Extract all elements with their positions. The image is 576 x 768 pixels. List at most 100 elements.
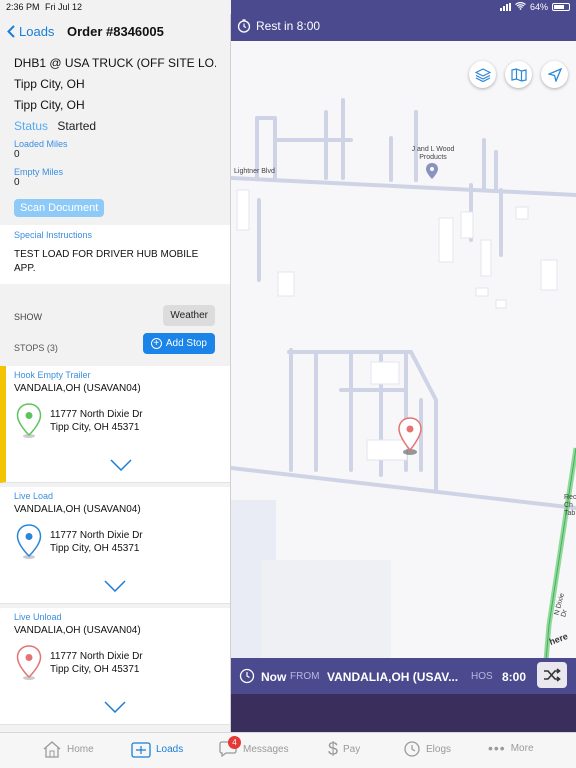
route-shuffle-button[interactable] bbox=[537, 662, 567, 688]
chevron-down-icon[interactable] bbox=[110, 459, 132, 471]
chevron-left-icon bbox=[7, 25, 15, 38]
add-stop-button[interactable]: + Add Stop bbox=[142, 333, 215, 354]
chevron-down-icon[interactable] bbox=[104, 580, 126, 592]
clock-icon bbox=[239, 668, 255, 684]
poi-label-right: Rec Ch Tab bbox=[564, 494, 576, 517]
back-button[interactable]: Loads bbox=[7, 24, 54, 39]
tab-bar: Home Loads Messages 4 $ Pay Elogs ••• Mo… bbox=[0, 732, 576, 768]
instructions-text: TEST LOAD FOR DRIVER HUB MOBILE APP. bbox=[14, 249, 199, 274]
stop-card-1[interactable]: Hook Empty Trailer VANDALIA,OH (USAVAN04… bbox=[0, 366, 230, 483]
home-icon bbox=[43, 741, 61, 758]
origin-city: Tipp City, OH bbox=[14, 77, 85, 91]
empty-miles-value: 0 bbox=[14, 177, 20, 188]
trip-from: FROM bbox=[290, 671, 320, 682]
stop-location: VANDALIA,OH (USAVAN04) bbox=[14, 625, 141, 636]
trip-row[interactable]: Now FROM VANDALIA,OH (USAV... HOS 8:00 bbox=[231, 658, 576, 694]
map-view[interactable]: J and L Wood Products Lightner Blvd N Di… bbox=[231, 0, 576, 732]
address-line-2: Tipp City, OH 45371 bbox=[50, 664, 140, 675]
loaded-miles-label: Loaded Miles bbox=[14, 139, 68, 149]
tab-label: Home bbox=[67, 743, 94, 755]
map-controls bbox=[469, 61, 568, 88]
stop-location: VANDALIA,OH (USAVAN04) bbox=[14, 383, 141, 394]
tab-loads[interactable]: Loads bbox=[131, 740, 183, 758]
status-bar: 2:36 PM Fri Jul 12 64% bbox=[0, 0, 576, 14]
status-date: Fri Jul 12 bbox=[45, 2, 83, 12]
road-label-lightner: Lightner Blvd bbox=[234, 168, 275, 175]
wifi-icon bbox=[515, 1, 526, 12]
layers-button[interactable] bbox=[469, 61, 496, 88]
signal-icon bbox=[499, 3, 511, 11]
instructions-label: Special Instructions bbox=[14, 230, 93, 240]
show-row: SHOW Weather bbox=[0, 302, 230, 332]
hos-label: HOS bbox=[471, 671, 493, 682]
timer-icon bbox=[237, 19, 251, 33]
loaded-miles-value: 0 bbox=[14, 149, 20, 160]
nav-bar: Loads Order #8346005 bbox=[0, 14, 230, 50]
tab-home[interactable]: Home bbox=[42, 740, 94, 758]
battery-percent: 64% bbox=[529, 2, 548, 12]
stop-type: Live Load bbox=[14, 491, 54, 501]
add-stop-label: Add Stop bbox=[165, 338, 207, 349]
map-pin-icon bbox=[16, 645, 42, 680]
map-pin-icon bbox=[16, 403, 42, 438]
stop-card-2[interactable]: Live Load VANDALIA,OH (USAVAN04) 11777 N… bbox=[0, 487, 230, 604]
tab-label: Messages bbox=[243, 743, 289, 755]
address-line-2: Tipp City, OH 45371 bbox=[50, 422, 140, 433]
stops-label: STOPS (3) bbox=[14, 343, 58, 353]
status-row: Status Started bbox=[14, 119, 216, 133]
tab-label: Pay bbox=[343, 743, 361, 755]
address-line-1: 11777 North Dixie Dr bbox=[50, 651, 143, 662]
trip-destination: VANDALIA,OH (USAV... bbox=[327, 670, 459, 684]
order-detail-panel: Loads Order #8346005 DHB1 @ USA TRUCK (O… bbox=[0, 14, 231, 732]
battery-icon bbox=[552, 3, 570, 11]
rest-label: Rest in 8:00 bbox=[256, 19, 321, 33]
stop-address: 11777 North Dixie Dr Tipp City, OH 45371 bbox=[50, 408, 143, 434]
stop-type: Live Unload bbox=[14, 612, 62, 622]
tab-label: More bbox=[510, 742, 534, 754]
navigation-icon bbox=[547, 67, 562, 82]
page-title: Order #8346005 bbox=[67, 24, 164, 39]
show-label: SHOW bbox=[14, 312, 42, 322]
tab-label: Elogs bbox=[426, 743, 452, 755]
stops-header: STOPS (3) + Add Stop bbox=[0, 332, 230, 362]
address-line-1: 11777 North Dixie Dr bbox=[50, 530, 143, 541]
tab-elogs[interactable]: Elogs bbox=[403, 740, 451, 758]
loads-icon bbox=[131, 742, 151, 758]
back-label: Loads bbox=[19, 24, 55, 39]
tab-pay[interactable]: $ Pay bbox=[328, 740, 360, 758]
status-right: 64% bbox=[499, 1, 570, 12]
weather-button[interactable]: Weather bbox=[163, 305, 215, 326]
stop-address: 11777 North Dixie Dr Tipp City, OH 45371 bbox=[50, 650, 143, 676]
order-name: DHB1 @ USA TRUCK (OFF SITE LO... bbox=[14, 56, 216, 70]
trip-now: Now bbox=[261, 670, 287, 684]
map-roads bbox=[231, 98, 576, 721]
special-instructions: Special Instructions TEST LOAD FOR DRIVE… bbox=[0, 225, 230, 284]
trip-bar: Now FROM VANDALIA,OH (USAV... HOS 8:00 bbox=[231, 658, 576, 732]
tab-more[interactable]: ••• More bbox=[488, 740, 534, 756]
address-line-2: Tipp City, OH 45371 bbox=[50, 543, 140, 554]
layers-icon bbox=[474, 67, 491, 82]
messages-badge: 4 bbox=[228, 736, 241, 749]
chevron-down-icon[interactable] bbox=[104, 701, 126, 713]
hos-value: 8:00 bbox=[502, 670, 527, 684]
stop-location: VANDALIA,OH (USAVAN04) bbox=[14, 504, 141, 515]
elogs-icon bbox=[404, 741, 420, 757]
stop-address: 11777 North Dixie Dr Tipp City, OH 45371 bbox=[50, 529, 143, 555]
map-type-button[interactable] bbox=[505, 61, 532, 88]
status-value: Started bbox=[57, 119, 97, 133]
destination-city: Tipp City, OH bbox=[14, 98, 85, 112]
stop-type: Hook Empty Trailer bbox=[14, 370, 91, 380]
stop-card-3[interactable]: Live Unload VANDALIA,OH (USAVAN04) 11777… bbox=[0, 608, 230, 725]
navigation-button[interactable] bbox=[541, 61, 568, 88]
status-label: Status bbox=[14, 119, 49, 133]
map-pin-icon bbox=[16, 524, 42, 559]
empty-miles-label: Empty Miles bbox=[14, 167, 64, 177]
rest-timer: Rest in 8:00 bbox=[237, 19, 320, 33]
status-time: 2:36 PM bbox=[6, 2, 40, 12]
shuffle-icon bbox=[544, 668, 561, 682]
tab-label: Loads bbox=[156, 743, 184, 755]
scan-document-button[interactable]: Scan Document bbox=[14, 199, 105, 217]
dollar-icon: $ bbox=[328, 739, 339, 759]
address-line-1: 11777 North Dixie Dr bbox=[50, 409, 143, 420]
poi-label: J and L Wood Products bbox=[411, 146, 455, 161]
